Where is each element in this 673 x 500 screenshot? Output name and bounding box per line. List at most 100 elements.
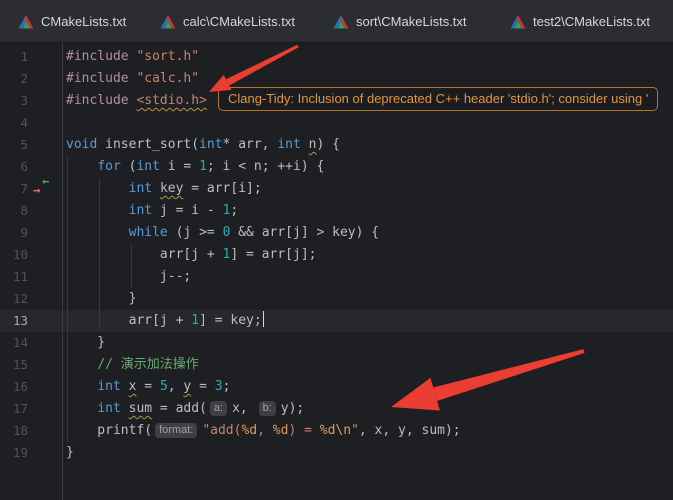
tab-label: calc\CMakeLists.txt [183, 14, 295, 29]
code-token: int [97, 379, 120, 394]
parameter-hint-chip: format: [155, 423, 197, 438]
code-token: "calc.h" [136, 71, 199, 86]
code-token: = arr[i]; [183, 181, 261, 196]
line-number: 1 [0, 46, 28, 68]
code-token: key [160, 181, 183, 196]
code-line[interactable]: 14 } [0, 332, 673, 354]
code-token: 1 [191, 313, 199, 328]
code-token [66, 379, 97, 394]
code-line[interactable]: 13 arr[j + 1] = key; [0, 310, 673, 332]
forward-arrow-icon[interactable]: → [33, 184, 40, 196]
code-line[interactable]: 7 int key = arr[i]; [0, 178, 673, 200]
cmake-icon [510, 14, 526, 30]
code-token: && arr[j] > key) { [230, 225, 379, 240]
line-number: 8 [0, 200, 28, 222]
code-line[interactable]: 5void insert_sort(int* arr, int n) { [0, 134, 673, 156]
parameter-hint-chip: a: [210, 401, 227, 416]
code-token [66, 203, 129, 218]
code-editor[interactable]: 1#include "sort.h"2#include "calc.h"3#in… [0, 43, 673, 500]
line-number: 12 [0, 288, 28, 310]
code-line[interactable]: 11 j--; [0, 266, 673, 288]
code-token: ; [223, 379, 231, 394]
code-token: ( [121, 159, 137, 174]
line-number: 15 [0, 354, 28, 376]
tab-calc-cmakelists[interactable]: calc\CMakeLists.txt [160, 0, 295, 43]
code-line[interactable]: 17 int sum = add(a:x, b:y); [0, 398, 673, 420]
line-number: 4 [0, 112, 28, 134]
code-line[interactable]: 10 arr[j + 1] = arr[j]; [0, 244, 673, 266]
code-token: = add( [152, 401, 207, 416]
back-arrow-icon[interactable]: ← [42, 175, 49, 187]
code-token: int [277, 137, 300, 152]
code-line[interactable]: 8 int j = i - 1; [0, 200, 673, 222]
code-token: for [97, 159, 120, 174]
tab-test2-cmakelists[interactable]: test2\CMakeLists.txt [510, 0, 650, 43]
code-line[interactable]: 4 [0, 112, 673, 134]
indent-guide [131, 244, 132, 288]
code-token: <stdio.h> [136, 93, 206, 108]
code-token: int [199, 137, 222, 152]
code-token: arr[j + [66, 313, 191, 328]
code-line[interactable]: 9 while (j >= 0 && arr[j] > key) { [0, 222, 673, 244]
code-token [152, 181, 160, 196]
code-token: "sort.h" [136, 49, 199, 64]
code-token: 3 [215, 379, 223, 394]
code-token: int [129, 181, 152, 196]
editor-tab-bar: CMakeLists.txt calc\CMakeLists.txt sort\… [0, 0, 673, 43]
code-token: j--; [66, 269, 191, 284]
code-token [121, 401, 129, 416]
code-token: j = i - [152, 203, 222, 218]
code-token: %d [273, 423, 289, 438]
indent-guide [67, 156, 68, 442]
code-token: ; [230, 203, 238, 218]
line-number: 3 [0, 90, 28, 112]
parameter-hint-chip: b: [259, 401, 276, 416]
code-token [301, 137, 309, 152]
code-line[interactable]: 12 } [0, 288, 673, 310]
line-number: 2 [0, 68, 28, 90]
code-token: 5 [160, 379, 168, 394]
code-line[interactable]: 15 // 演示加法操作 [0, 354, 673, 376]
code-token: "add( [202, 423, 241, 438]
text-caret [263, 311, 265, 327]
code-line[interactable]: 6 for (int i = 1; i < n; ++i) { [0, 156, 673, 178]
line-number: 11 [0, 266, 28, 288]
code-token [66, 357, 97, 372]
clang-tidy-tooltip: Clang-Tidy: Inclusion of deprecated C++ … [218, 87, 658, 111]
code-line[interactable]: 19} [0, 442, 673, 464]
tab-sort-cmakelists[interactable]: sort\CMakeLists.txt [333, 0, 467, 43]
line-number: 13 [0, 310, 28, 332]
code-token: ) { [316, 137, 339, 152]
code-token: , [168, 379, 184, 394]
code-token: " [351, 423, 359, 438]
line-number: 18 [0, 420, 28, 442]
cmake-icon [160, 14, 176, 30]
code-line[interactable]: 1 #include "sort.h" [0, 46, 673, 68]
code-token: arr[j + [66, 247, 223, 262]
code-token: } [66, 335, 105, 350]
code-token: ] = key; [199, 313, 262, 328]
line-number: 19 [0, 442, 28, 464]
code-token: ) = [288, 423, 319, 438]
tab-cmakelists[interactable]: CMakeLists.txt [18, 0, 126, 43]
code-token: int [97, 401, 120, 416]
ide-window: CMakeLists.txt calc\CMakeLists.txt sort\… [0, 0, 673, 500]
code-token: #include [66, 49, 136, 64]
code-token [121, 379, 129, 394]
code-line[interactable]: 16 int x = 5, y = 3; [0, 376, 673, 398]
code-token: = [191, 379, 214, 394]
code-token: , x, y, sum); [359, 423, 461, 438]
code-token: } [66, 445, 74, 460]
code-token: x, [232, 401, 255, 416]
code-line[interactable]: 18 printf(format:"add(%d, %d) = %d\n", x… [0, 420, 673, 442]
code-token: printf( [66, 423, 152, 438]
line-number: 16 [0, 376, 28, 398]
code-token: ; i < n; ++i) { [207, 159, 324, 174]
gutter-separator [62, 43, 63, 500]
code-token: (j >= [168, 225, 223, 240]
code-token: sum [129, 401, 152, 416]
line-number: 10 [0, 244, 28, 266]
code-token [66, 159, 97, 174]
code-token [66, 401, 97, 416]
tab-label: sort\CMakeLists.txt [356, 14, 467, 29]
